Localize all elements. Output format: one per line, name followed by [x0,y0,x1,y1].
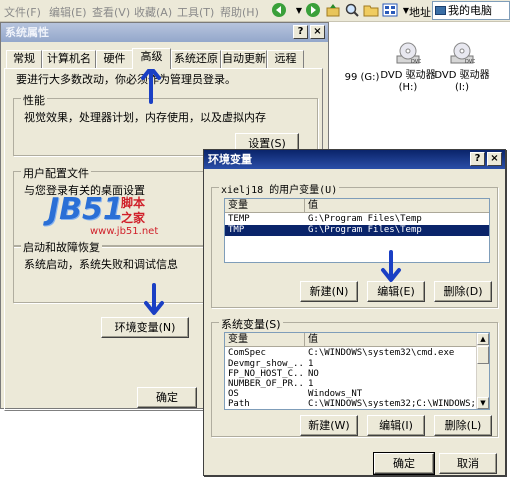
drive-h-label: DVD 驱动器 (H:) [380,70,436,93]
search-icon[interactable] [343,2,361,20]
sys-var-value: C:\WINDOWS\system32\cmd.exe [308,348,455,358]
watermark-url: www.jb51.net [90,226,159,237]
svg-text:DVD: DVD [465,59,475,65]
drive-g-label: 99 (G:) [344,72,380,83]
arrow-up-icon [141,66,161,104]
drive-h[interactable]: DVD DVD 驱动器 (H:) [378,42,438,94]
close-button[interactable]: × [487,152,502,166]
column-variable[interactable]: 变量 [225,333,305,347]
system-edit-button[interactable]: 编辑(I) [367,415,425,436]
admin-note: 要进行大多数改动，你必须作为管理员登录。 [16,73,236,86]
explorer-menubar: 文件(F) 编辑(E) 查看(V) 收藏(A) 工具(T) 帮助(H) ▼ ▼ … [0,0,510,22]
user-delete-button[interactable]: 删除(D) [434,281,492,302]
system-new-button[interactable]: 新建(W) [300,415,358,436]
environment-variables-titlebar[interactable]: 环境变量 ? × [204,150,505,169]
system-variables-header: 变量 值 [225,333,476,347]
tab-advanced[interactable]: 高级 [132,48,171,69]
scroll-down-arrow-icon[interactable]: ▼ [477,397,489,409]
system-delete-button[interactable]: 删除(L) [434,415,492,436]
column-variable[interactable]: 变量 [225,199,305,213]
my-computer-icon [435,6,446,15]
svg-text:DVD: DVD [411,59,421,65]
back-icon[interactable] [270,2,288,20]
menu-tools[interactable]: 工具(T) [177,4,214,20]
system-variables-label: 系统变量(S) [219,316,283,332]
startup-recovery-desc: 系统启动，系统失败和调试信息 [24,258,178,271]
performance-desc: 视觉效果，处理器计划，内存使用，以及虚拟内存 [24,111,266,124]
watermark-logo: JB51 [48,192,124,227]
user-var-value: G:\Program Files\Temp [308,214,422,224]
sys-var-value: C:\WINDOWS\system32;C:\WINDOWS;... [308,399,490,409]
tab-hardware[interactable]: 硬件 [96,50,133,68]
dvd-drive-icon: DVD [450,42,475,65]
environment-variables-title: 环境变量 [208,153,252,166]
menu-favorites[interactable]: 收藏(A) [134,4,172,20]
user-variables-list[interactable]: 变量 值 TEMP G:\Program Files\Temp TMP G:\P… [224,198,490,263]
arrow-down-icon [381,250,401,282]
sys-var-name: Path [228,399,250,409]
environment-variables-button[interactable]: 环境变量(N) [101,317,189,338]
user-var-row[interactable]: TEMP G:\Program Files\Temp [225,214,489,225]
menu-edit[interactable]: 编辑(E) [49,4,87,20]
tab-general[interactable]: 常规 [6,50,42,68]
close-button[interactable]: × [310,25,325,39]
tab-system-restore[interactable]: 系统还原 [171,50,221,68]
folders-icon[interactable] [362,2,380,20]
system-properties-title: 系统属性 [5,26,49,39]
tab-computer-name[interactable]: 计算机名 [42,50,96,68]
environment-cancel-button[interactable]: 取消 [439,453,497,474]
scroll-up-arrow-icon[interactable]: ▲ [477,333,489,345]
user-variables-header: 变量 值 [225,199,489,213]
menu-file[interactable]: 文件(F) [4,4,41,20]
system-variables-list[interactable]: 变量 值 ComSpec C:\WINDOWS\system32\cmd.exe… [224,332,490,410]
environment-variables-dialog: 环境变量 ? × xielj18 的用户变量(U) 变量 值 TEMP G:\P… [203,149,506,476]
system-variables-scrollbar[interactable]: ▲ ▼ [476,333,489,409]
scroll-thumb[interactable] [477,346,489,364]
drive-i[interactable]: DVD DVD 驱动器 (I:) [432,42,492,94]
jb51-watermark: JB51 脚本 之家 www.jb51.net [48,192,158,242]
user-new-button[interactable]: 新建(N) [300,281,358,302]
environment-ok-button[interactable]: 确定 [373,452,435,475]
forward-icon[interactable] [304,2,322,20]
menu-view[interactable]: 查看(V) [92,4,130,20]
address-value: 我的电脑 [448,4,492,17]
sys-var-row[interactable]: Path C:\WINDOWS\system32;C:\WINDOWS;... [225,399,489,409]
address-bar[interactable]: 我的电脑 [432,1,510,20]
user-variables-label: xielj18 的用户变量(U) [219,181,340,196]
tab-remote[interactable]: 远程 [267,50,304,68]
address-label: 地址 [409,6,431,19]
watermark-cn2: 之家 [121,211,146,225]
user-profiles-label: 用户配置文件 [21,165,91,181]
user-var-value: G:\Program Files\Temp [308,225,422,235]
user-var-name: TEMP [228,214,250,224]
column-value[interactable]: 值 [305,199,489,213]
help-button[interactable]: ? [293,25,308,39]
system-properties-titlebar[interactable]: 系统属性 ? × [1,23,328,42]
drive-i-label: DVD 驱动器 (I:) [434,70,490,93]
sys-var-row[interactable]: ComSpec C:\WINDOWS\system32\cmd.exe [225,348,476,359]
column-value[interactable]: 值 [305,333,478,347]
arrow-down-icon [144,283,164,315]
dvd-drive-icon: DVD [396,42,421,65]
menu-help[interactable]: 帮助(H) [220,4,259,20]
help-button[interactable]: ? [470,152,485,166]
system-properties-ok-button[interactable]: 确定 [137,387,197,408]
sys-var-name: ComSpec [228,348,266,358]
user-edit-button[interactable]: 编辑(E) [367,281,425,302]
tab-automatic-updates[interactable]: 自动更新 [221,50,267,68]
user-var-row[interactable]: TMP G:\Program Files\Temp [225,225,489,236]
user-var-name: TMP [228,225,245,235]
performance-label: 性能 [21,92,47,108]
up-folder-icon[interactable] [324,2,342,20]
